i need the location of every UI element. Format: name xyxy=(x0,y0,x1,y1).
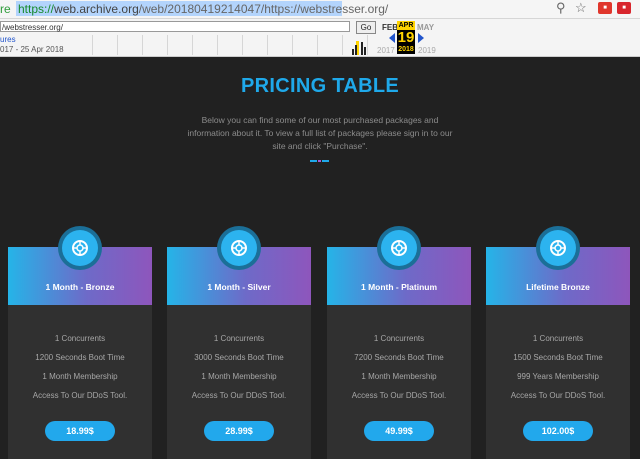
capture-date-range: 017 - 25 Apr 2018 xyxy=(0,45,64,54)
capture-bar xyxy=(352,49,354,55)
plan-feature: 1 Concurrents xyxy=(54,334,106,343)
year-next[interactable]: 2019 xyxy=(418,46,436,55)
card-header: 1 Month - Platinum xyxy=(327,226,471,305)
life-ring-icon xyxy=(550,240,566,256)
pricing-card-bronze: 1 Month - Bronze 1 Concurrents 1200 Seco… xyxy=(8,226,152,459)
life-ring-icon xyxy=(231,240,247,256)
capture-graph[interactable] xyxy=(68,35,368,55)
price-button[interactable]: 28.99$ xyxy=(204,421,274,441)
page-title: PRICING TABLE xyxy=(241,75,399,97)
price-button[interactable]: 49.99$ xyxy=(364,421,434,441)
plan-name: 1 Month - Silver xyxy=(207,282,271,292)
price-button[interactable]: 18.99$ xyxy=(45,421,115,441)
title-divider xyxy=(318,160,321,162)
month-prev[interactable]: FEB xyxy=(382,23,398,32)
captures-link[interactable]: ures xyxy=(0,35,16,44)
life-ring-icon xyxy=(391,240,407,256)
plan-badge xyxy=(58,226,102,270)
capture-bar xyxy=(361,42,363,55)
address-bar[interactable]: https://web.archive.org/web/201804192140… xyxy=(14,1,584,16)
capture-bar xyxy=(364,47,366,55)
current-capture-date: APR 19 2018 xyxy=(397,21,415,54)
title-divider xyxy=(310,160,317,162)
prev-capture-arrow-icon[interactable] xyxy=(389,33,395,43)
url-path: /web/20180419214047/https://webstresser.… xyxy=(138,2,389,16)
plan-feature: 1 Concurrents xyxy=(532,334,584,343)
card-header: 1 Month - Silver xyxy=(167,226,311,305)
month-next[interactable]: MAY xyxy=(417,23,434,32)
plan-feature: 1200 Seconds Boot Time xyxy=(35,353,125,362)
intro-line: Below you can find some of our most purc… xyxy=(201,115,439,125)
plan-badge xyxy=(217,226,261,270)
plan-feature: 7200 Seconds Boot Time xyxy=(354,353,444,362)
adblock-extension-icon[interactable]: ■ xyxy=(617,2,631,14)
card-header: Lifetime Bronze xyxy=(486,226,630,305)
plan-feature: 999 Years Membership xyxy=(517,372,599,381)
plan-badge xyxy=(536,226,580,270)
price-button[interactable]: 102.00$ xyxy=(523,421,593,441)
tab-fragment: re xyxy=(0,2,11,16)
intro-line: site and click "Purchase". xyxy=(272,141,368,151)
plan-feature: 1 Month Membership xyxy=(201,372,277,381)
intro-text: Below you can find some of our most purc… xyxy=(180,114,460,153)
url-scheme: https:// xyxy=(18,2,55,16)
day-current: 19 xyxy=(397,29,415,46)
plan-feature: 1500 Seconds Boot Time xyxy=(513,353,603,362)
search-icon[interactable]: ⚲ xyxy=(556,0,566,16)
year-current: 2018 xyxy=(398,46,414,53)
capture-bar xyxy=(355,45,357,55)
next-capture-arrow-icon[interactable] xyxy=(418,33,424,43)
plan-feature: 3000 Seconds Boot Time xyxy=(194,353,284,362)
plan-feature: 1 Month Membership xyxy=(42,372,118,381)
go-button[interactable]: Go xyxy=(356,21,376,34)
plan-name: 1 Month - Platinum xyxy=(360,282,438,292)
plan-name: 1 Month - Bronze xyxy=(45,282,115,292)
plan-name: Lifetime Bronze xyxy=(526,282,590,292)
title-divider xyxy=(322,160,329,162)
browser-toolbar: re https://web.archive.org/web/201804192… xyxy=(0,0,640,19)
plan-feature: Access To Our DDoS Tool. xyxy=(351,391,447,400)
pricing-card-platinum: 1 Month - Platinum 1 Concurrents 7200 Se… xyxy=(327,226,471,459)
wayback-url-input[interactable]: /webstresser.org/ xyxy=(0,21,350,32)
plan-feature: 1 Concurrents xyxy=(373,334,425,343)
wayback-toolbar: /webstresser.org/ Go ures 017 - 25 Apr 2… xyxy=(0,19,640,57)
life-ring-icon xyxy=(72,240,88,256)
intro-line: information about it. To view a full lis… xyxy=(187,128,453,138)
plan-badge xyxy=(377,226,421,270)
bookmark-star-icon[interactable]: ☆ xyxy=(575,0,587,16)
plan-feature: 1 Month Membership xyxy=(361,372,437,381)
card-header: 1 Month - Bronze xyxy=(8,226,152,305)
year-prev[interactable]: 2017 xyxy=(377,46,395,55)
plan-feature: 1 Concurrents xyxy=(213,334,265,343)
plan-feature: Access To Our DDoS Tool. xyxy=(510,391,606,400)
extension-icon[interactable]: ■ xyxy=(598,2,612,14)
pricing-card-silver: 1 Month - Silver 1 Concurrents 3000 Seco… xyxy=(167,226,311,459)
url-text[interactable]: https://web.archive.org/web/201804192140… xyxy=(18,2,388,16)
plan-feature: Access To Our DDoS Tool. xyxy=(191,391,287,400)
url-host: web.archive.org xyxy=(54,2,139,16)
plan-feature: Access To Our DDoS Tool. xyxy=(32,391,128,400)
pricing-card-lifetime: Lifetime Bronze 1 Concurrents 1500 Secon… xyxy=(486,226,630,459)
